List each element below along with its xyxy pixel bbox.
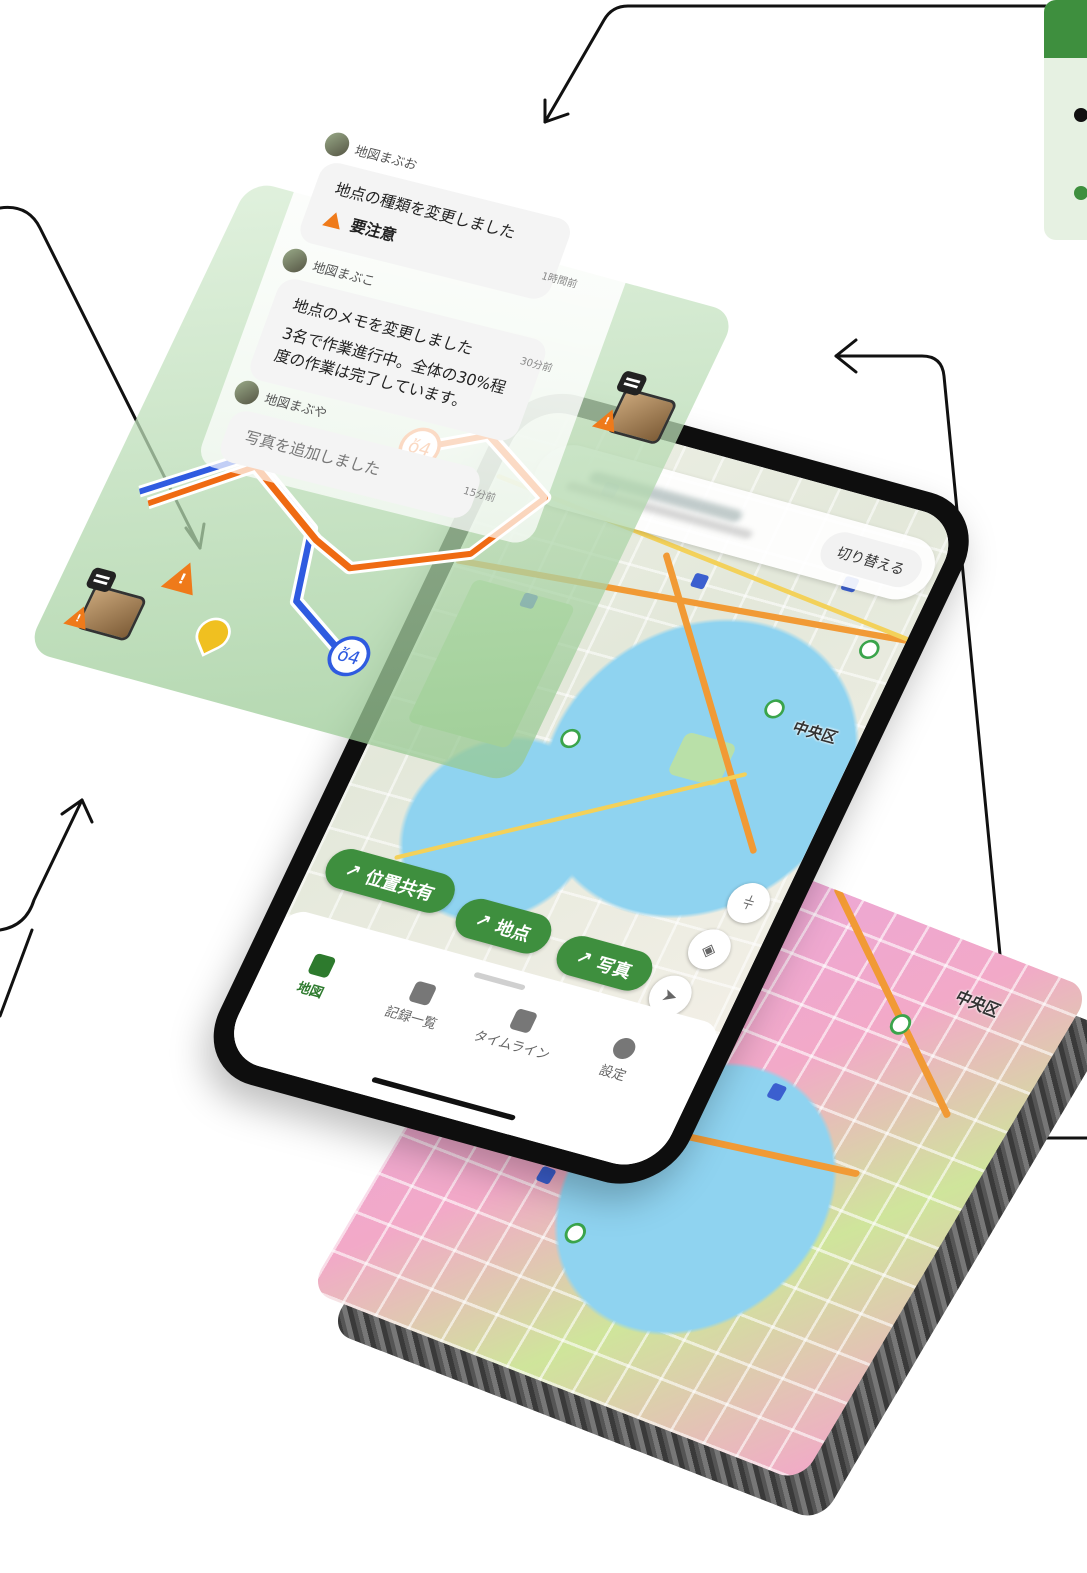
layers-icon: ◈ bbox=[698, 937, 721, 962]
chip-point[interactable]: ↗ 地点 bbox=[448, 894, 559, 958]
chat-bubble-2[interactable]: 地点のメモを変更しました 3名で作業進行中。全体の30%程度の作業は完了していま… bbox=[245, 275, 551, 444]
tab-settings[interactable]: 設定 bbox=[562, 1026, 675, 1094]
trend-icon: ↗ bbox=[572, 945, 597, 970]
status-badge: 要注意 bbox=[347, 216, 399, 246]
chip-label: 写真 bbox=[592, 952, 636, 983]
person-icon: ὄ4 bbox=[333, 643, 365, 670]
tab-label: 記録一覧 bbox=[382, 1003, 440, 1033]
tab-label: 地図 bbox=[293, 979, 327, 1002]
avatar bbox=[279, 246, 311, 275]
timeline-icon bbox=[508, 1008, 539, 1034]
home-indicator bbox=[371, 1076, 517, 1121]
tab-label: 設定 bbox=[596, 1061, 629, 1084]
gear-icon bbox=[609, 1035, 640, 1062]
avatar bbox=[321, 130, 353, 159]
navigation-arrow-icon: ➤ bbox=[658, 983, 683, 1008]
trend-icon: ↗ bbox=[341, 858, 365, 883]
chip-label: 地点 bbox=[491, 915, 535, 945]
tab-record-list[interactable]: 記録一覧 bbox=[361, 971, 474, 1039]
switch-button[interactable]: 切り替える bbox=[814, 528, 929, 592]
avatar bbox=[231, 378, 263, 407]
tab-label: タイムライン bbox=[470, 1027, 553, 1064]
tab-timeline[interactable]: タイムライン bbox=[462, 998, 575, 1066]
crossing-layer-button[interactable]: ⫩ bbox=[720, 878, 778, 928]
crossing-icon: ⫩ bbox=[738, 891, 759, 915]
record-list-icon bbox=[407, 980, 438, 1007]
chip-label: 位置共有 bbox=[361, 865, 439, 905]
layers-button[interactable]: ◈ bbox=[680, 924, 738, 974]
map-icon bbox=[306, 952, 337, 979]
area-label: 中央区 bbox=[789, 718, 841, 748]
warning-icon bbox=[322, 209, 346, 230]
area-label-lower: 中央区 bbox=[951, 987, 1004, 1022]
trend-icon: ↗ bbox=[471, 908, 496, 933]
tab-map[interactable]: 地図 bbox=[260, 943, 373, 1011]
sheet-handle[interactable] bbox=[473, 971, 526, 991]
chip-location-share[interactable]: ↗ 位置共有 bbox=[318, 844, 462, 918]
